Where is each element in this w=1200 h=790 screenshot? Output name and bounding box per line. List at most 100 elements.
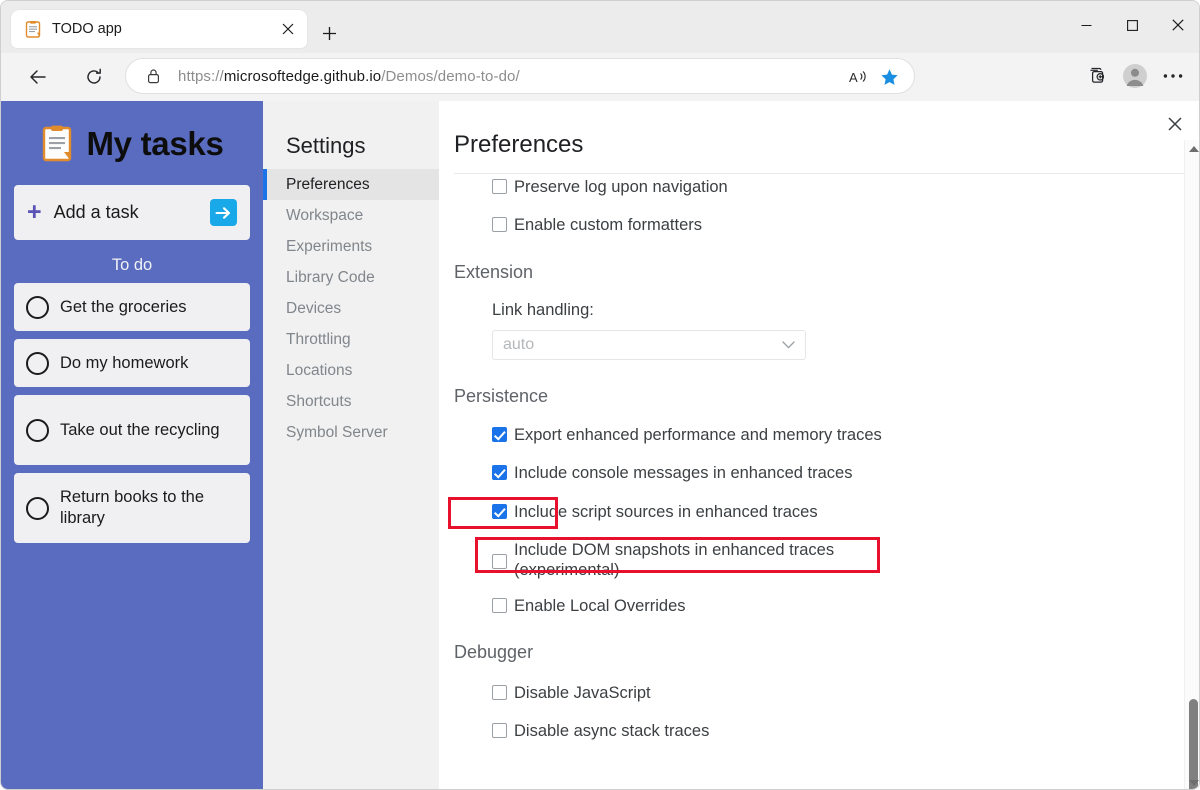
maximize-button[interactable]: [1109, 1, 1155, 49]
add-task-input[interactable]: + Add a task: [14, 185, 250, 240]
link-handling-select[interactable]: auto: [492, 330, 806, 361]
task-checkbox-circle[interactable]: [26, 418, 49, 442]
task-checkbox-circle[interactable]: [26, 295, 49, 319]
add-task-placeholder: Add a task: [53, 202, 139, 222]
todo-section-title: To do: [111, 256, 153, 274]
scroll-up-arrow[interactable]: [1185, 140, 1199, 157]
nav-label: Symbol Server: [286, 423, 388, 441]
sidebar-item-workspace[interactable]: Workspace: [263, 200, 439, 231]
toolbar-right-actions: [1077, 58, 1191, 94]
minimize-button[interactable]: [1063, 1, 1109, 49]
checkbox[interactable]: [492, 723, 507, 739]
nav-label: Shortcuts: [286, 392, 352, 410]
checkbox-label: Include DOM snapshots in enhanced traces…: [514, 540, 835, 579]
page-title: Preferences: [454, 131, 584, 158]
settings-content-panel: Preferences Preserve log upon navigation…: [439, 101, 1199, 789]
enable-local-overrides-checkbox-row[interactable]: Enable Local Overrides: [492, 596, 1177, 616]
task-label: Return books to the library: [60, 488, 205, 527]
checkbox[interactable]: [492, 427, 507, 443]
profile-avatar-icon[interactable]: [1117, 58, 1153, 94]
sidebar-item-locations[interactable]: Locations: [263, 355, 439, 386]
url-text: https://microsoftedge.github.io/Demos/de…: [178, 68, 520, 85]
nav-label: Workspace: [286, 206, 364, 224]
url-host: microsoftedge.github.io: [223, 67, 382, 85]
disable-javascript-checkbox-row[interactable]: Disable JavaScript: [492, 683, 1177, 703]
clipboard-icon: [24, 20, 42, 38]
extension-group-title: Extension: [454, 262, 534, 283]
list-item[interactable]: Get the groceries: [14, 283, 250, 331]
checkbox[interactable]: [492, 179, 507, 194]
lock-icon: [146, 68, 161, 84]
list-item[interactable]: Do my homework: [14, 339, 250, 387]
checkbox[interactable]: [492, 685, 507, 700]
include-console-messages-checkbox-row[interactable]: Include console messages in enhanced tra…: [492, 463, 1177, 483]
checkbox[interactable]: [492, 597, 507, 613]
nav-label: Throttling: [286, 330, 351, 348]
checkbox[interactable]: [492, 503, 507, 519]
back-button[interactable]: [21, 60, 55, 94]
arrow-right-icon[interactable]: [210, 199, 237, 226]
vertical-scrollbar[interactable]: [1184, 140, 1199, 789]
task-label: Get the groceries: [60, 297, 187, 316]
checkbox-label: Export enhanced performance and memory t…: [514, 426, 882, 445]
nav-label: Devices: [286, 299, 342, 317]
task-label: Take out the recycling: [60, 420, 220, 439]
todo-app-header: My tasks: [1, 125, 263, 163]
checkbox-label: Enable custom formatters: [514, 216, 702, 235]
list-item[interactable]: Take out the recycling: [14, 395, 250, 465]
new-tab-button[interactable]: [314, 18, 344, 48]
sidebar-item-preferences[interactable]: Preferences: [263, 169, 439, 200]
sidebar-item-throttling[interactable]: Throttling: [263, 324, 439, 355]
task-checkbox-circle[interactable]: [26, 496, 49, 520]
clipboard-icon: [40, 125, 74, 163]
browser-window: TODO app https://microsoftedge.github.io…: [0, 0, 1200, 790]
ellipsis-icon[interactable]: [1155, 58, 1191, 94]
settings-title: Settings: [286, 133, 366, 158]
address-bar-actions: A: [844, 62, 904, 92]
export-enhanced-traces-checkbox-row[interactable]: Export enhanced performance and memory t…: [492, 425, 1177, 445]
collections-icon[interactable]: [1079, 58, 1115, 94]
enable-custom-formatters-checkbox-row[interactable]: Enable custom formatters: [492, 215, 1177, 235]
devtools-settings-dialog: Settings Preferences Workspace Experimen…: [263, 101, 1199, 789]
window-close-button[interactable]: [1155, 1, 1199, 49]
task-label: Do my homework: [60, 353, 189, 372]
sidebar-item-library-code[interactable]: Library Code: [263, 262, 439, 293]
include-script-sources-checkbox-row[interactable]: Include script sources in enhanced trace…: [492, 502, 1177, 522]
scroll-down-arrow[interactable]: [1185, 774, 1199, 789]
checkbox[interactable]: [492, 217, 507, 233]
checkbox-label: Include console messages in enhanced tra…: [514, 464, 853, 483]
read-aloud-icon[interactable]: A: [844, 62, 874, 92]
list-item[interactable]: Return books to the library: [14, 473, 250, 543]
plus-icon: +: [27, 198, 42, 226]
sidebar-item-experiments[interactable]: Experiments: [263, 231, 439, 262]
checkbox-label: Disable JavaScript: [514, 684, 651, 702]
tab-title: TODO app: [52, 21, 122, 37]
select-value: auto: [503, 336, 535, 354]
checkbox-label: Preserve log upon navigation: [514, 178, 728, 196]
checkbox[interactable]: [492, 465, 507, 481]
persistence-group-title: Persistence: [454, 386, 549, 407]
star-filled-icon[interactable]: [874, 62, 904, 92]
include-dom-snapshots-checkbox-row[interactable]: Include DOM snapshots in enhanced traces…: [492, 540, 1177, 580]
preserve-log-checkbox-row[interactable]: Preserve log upon navigation: [492, 177, 1177, 197]
tab-strip: TODO app: [1, 1, 1199, 53]
window-caption-buttons: [1063, 1, 1199, 49]
sidebar-item-devices[interactable]: Devices: [263, 293, 439, 324]
tab-close-icon[interactable]: [275, 16, 301, 42]
task-checkbox-circle[interactable]: [26, 351, 49, 375]
settings-navigation: Settings Preferences Workspace Experimen…: [263, 101, 439, 789]
nav-label: Library Code: [286, 268, 375, 286]
checkbox-label: Enable Local Overrides: [514, 596, 686, 615]
sidebar-item-shortcuts[interactable]: Shortcuts: [263, 386, 439, 417]
checkbox[interactable]: [492, 553, 507, 569]
disable-async-stack-traces-checkbox-row[interactable]: Disable async stack traces: [492, 721, 1177, 741]
url-scheme: https://: [178, 67, 224, 85]
debugger-group-title: Debugger: [454, 642, 534, 662]
browser-tab[interactable]: TODO app: [11, 10, 307, 48]
nav-label: Experiments: [286, 237, 373, 255]
checkbox-label: Include script sources in enhanced trace…: [514, 502, 818, 521]
svg-text:A: A: [849, 70, 858, 85]
reload-button[interactable]: [77, 60, 111, 94]
address-bar[interactable]: https://microsoftedge.github.io/Demos/de…: [125, 58, 915, 94]
sidebar-item-symbol-server[interactable]: Symbol Server: [263, 417, 439, 448]
